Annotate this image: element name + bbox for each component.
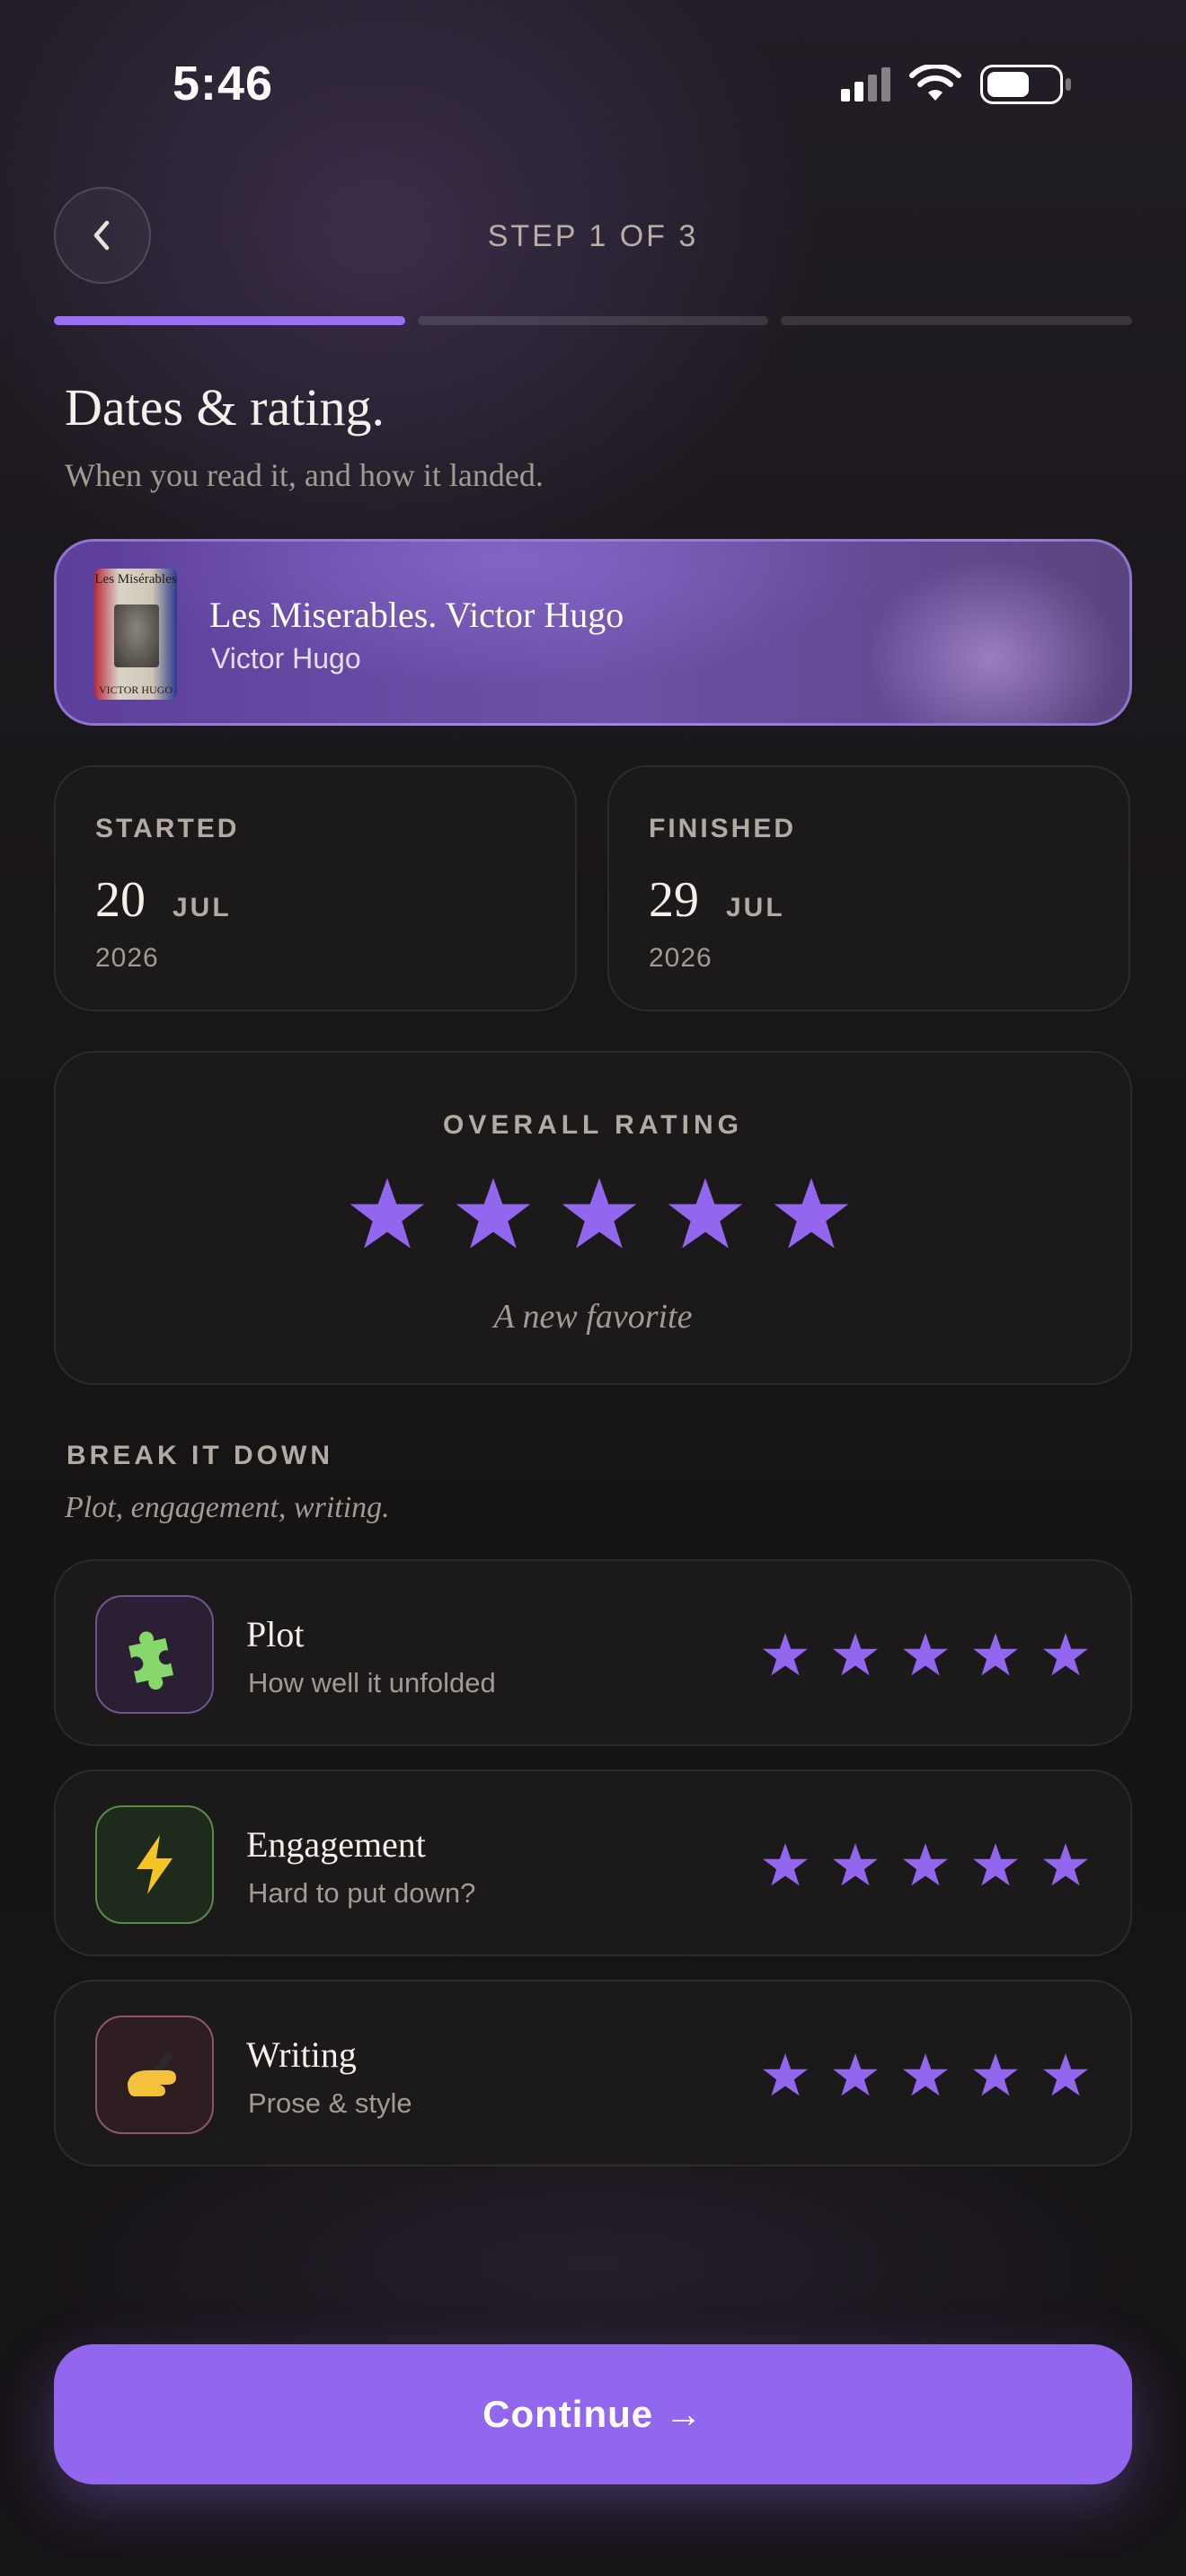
breakdown-row-plot: Plot How well it unfolded bbox=[54, 1559, 1132, 1746]
finished-day: 29 bbox=[649, 872, 699, 928]
started-year: 2026 bbox=[95, 943, 159, 973]
writing-star-2[interactable] bbox=[832, 2051, 879, 2098]
cover-title: Les Misérables bbox=[94, 572, 177, 587]
page-subtitle: When you read it, and how it landed. bbox=[65, 457, 544, 493]
writing-star-4[interactable] bbox=[972, 2051, 1019, 2098]
page-title: Dates & rating. bbox=[65, 378, 385, 437]
writing-description: Prose & style bbox=[248, 2087, 412, 2119]
selected-book-card[interactable]: Les Misérables VICTOR HUGO Les Miserable… bbox=[54, 539, 1132, 726]
battery-icon bbox=[980, 65, 1071, 104]
progress-segment-1 bbox=[54, 316, 405, 325]
writing-name: Writing bbox=[246, 2034, 357, 2075]
plot-star-3[interactable] bbox=[902, 1631, 949, 1678]
progress-segment-3 bbox=[781, 316, 1133, 325]
plot-star-2[interactable] bbox=[832, 1631, 879, 1678]
overall-rating-star-3[interactable] bbox=[561, 1175, 638, 1252]
finished-year: 2026 bbox=[649, 943, 712, 973]
started-day: 20 bbox=[95, 872, 146, 928]
step-label: STEP 1 OF 3 bbox=[487, 219, 699, 253]
started-date-card[interactable]: STARTED 20 JUL 2026 bbox=[54, 765, 577, 1011]
book-title: Les Miserables. Victor Hugo bbox=[209, 595, 624, 635]
overall-rating-card: OVERALL RATING A new favorite bbox=[54, 1051, 1132, 1385]
overall-rating-label: OVERALL RATING bbox=[443, 1110, 743, 1140]
cover-author: VICTOR HUGO bbox=[98, 684, 173, 696]
wifi-icon bbox=[909, 65, 961, 101]
status-icons bbox=[841, 65, 1071, 104]
writing-rating-stars bbox=[762, 2051, 1089, 2098]
plot-name: Plot bbox=[246, 1614, 305, 1654]
engagement-star-3[interactable] bbox=[902, 1841, 949, 1888]
writing-star-1[interactable] bbox=[762, 2051, 809, 2098]
writing-hand-icon bbox=[95, 2016, 214, 2134]
writing-star-3[interactable] bbox=[902, 2051, 949, 2098]
engagement-rating-stars bbox=[762, 1841, 1089, 1888]
started-month: JUL bbox=[173, 893, 232, 922]
writing-star-5[interactable] bbox=[1042, 2051, 1089, 2098]
plot-rating-stars bbox=[762, 1631, 1089, 1678]
plot-star-1[interactable] bbox=[762, 1631, 809, 1678]
finished-label: FINISHED bbox=[649, 814, 797, 843]
progress-segment-2 bbox=[417, 316, 769, 325]
plot-star-4[interactable] bbox=[972, 1631, 1019, 1678]
overall-rating-star-1[interactable] bbox=[349, 1175, 426, 1252]
signal-icon bbox=[841, 67, 890, 101]
engagement-star-2[interactable] bbox=[832, 1841, 879, 1888]
breakdown-row-writing: Writing Prose & style bbox=[54, 1980, 1132, 2166]
status-time: 5:46 bbox=[173, 57, 274, 110]
plot-star-5[interactable] bbox=[1042, 1631, 1089, 1678]
rating-verdict: A new favorite bbox=[493, 1298, 693, 1336]
step-progress bbox=[54, 316, 1133, 325]
engagement-name: Engagement bbox=[246, 1824, 426, 1865]
breakdown-subtitle: Plot, engagement, writing. bbox=[65, 1491, 390, 1524]
overall-rating-star-5[interactable] bbox=[773, 1175, 850, 1252]
engagement-star-4[interactable] bbox=[972, 1841, 1019, 1888]
started-label: STARTED bbox=[95, 814, 240, 843]
continue-button[interactable]: Continue → bbox=[54, 2344, 1132, 2484]
book-author: Victor Hugo bbox=[211, 642, 361, 675]
finished-month: JUL bbox=[726, 893, 785, 922]
finished-date-card[interactable]: FINISHED 29 JUL 2026 bbox=[607, 765, 1130, 1011]
cover-illustration bbox=[114, 604, 159, 667]
book-cover: Les Misérables VICTOR HUGO bbox=[94, 569, 177, 700]
plot-description: How well it unfolded bbox=[248, 1667, 496, 1698]
overall-rating-stars bbox=[349, 1175, 850, 1252]
overall-rating-star-2[interactable] bbox=[455, 1175, 532, 1252]
puzzle-icon bbox=[95, 1595, 214, 1714]
breakdown-row-engagement: Engagement Hard to put down? bbox=[54, 1769, 1132, 1956]
engagement-star-1[interactable] bbox=[762, 1841, 809, 1888]
lightning-icon bbox=[95, 1805, 214, 1924]
breakdown-label: BREAK IT DOWN bbox=[66, 1441, 333, 1470]
overall-rating-star-4[interactable] bbox=[667, 1175, 744, 1252]
engagement-star-5[interactable] bbox=[1042, 1841, 1089, 1888]
engagement-description: Hard to put down? bbox=[248, 1877, 476, 1909]
